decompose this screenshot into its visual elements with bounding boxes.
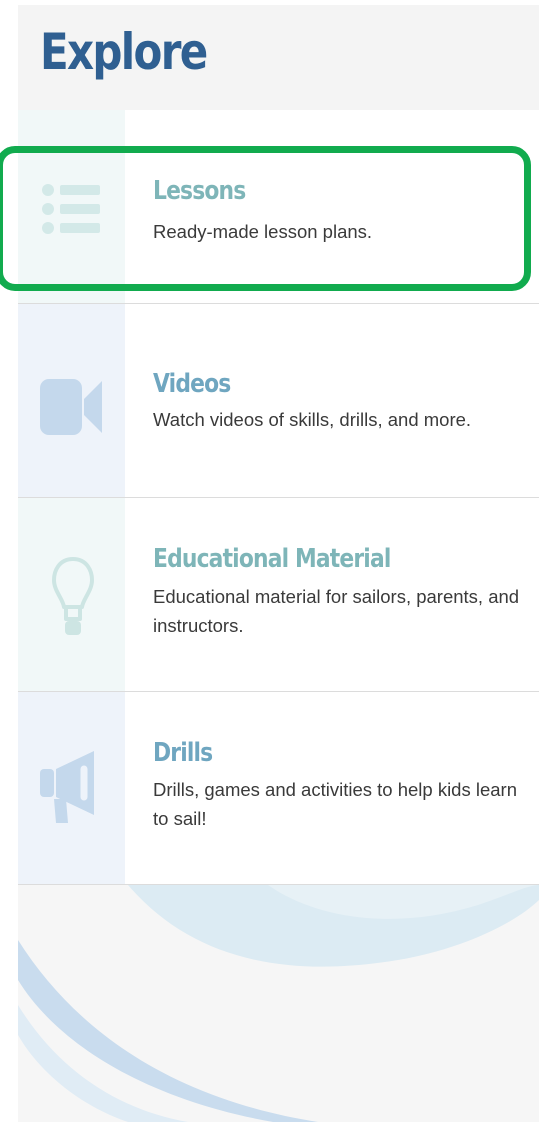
item-description: Watch videos of skills, drills, and more…: [153, 409, 472, 430]
item-description: Educational material for sailors, parent…: [153, 586, 520, 636]
list-item-educational-material[interactable]: Educational Material Educational materia…: [18, 498, 539, 692]
item-description: Drills, games and activities to help kid…: [153, 779, 517, 829]
megaphone-icon: [40, 751, 94, 823]
explore-list: Lessons Ready-made lesson plans. Videos …: [18, 110, 539, 885]
item-title: Videos: [153, 369, 231, 399]
icon-column: [18, 110, 125, 303]
list-item-lessons[interactable]: Lessons Ready-made lesson plans.: [18, 110, 539, 304]
list-item-videos[interactable]: Videos Watch videos of skills, drills, a…: [18, 304, 539, 498]
lightbulb-icon: [52, 557, 94, 635]
icon-column: [18, 304, 125, 497]
item-title: Lessons: [153, 176, 246, 206]
item-title: Educational Material: [153, 544, 391, 574]
video-camera-icon: [40, 379, 102, 435]
item-description: Ready-made lesson plans.: [153, 221, 373, 242]
item-title: Drills: [153, 738, 213, 768]
list-icon: [42, 184, 100, 234]
app-screen: Explore Lessons Ready-made lesson plans.: [18, 5, 539, 1122]
wave-background-graphic: [18, 885, 539, 1122]
header: Explore: [18, 5, 539, 110]
list-item-drills[interactable]: Drills Drills, games and activities to h…: [18, 692, 539, 885]
icon-column: [18, 692, 125, 884]
page-title: Explore: [40, 23, 208, 81]
icon-column: [18, 498, 125, 691]
